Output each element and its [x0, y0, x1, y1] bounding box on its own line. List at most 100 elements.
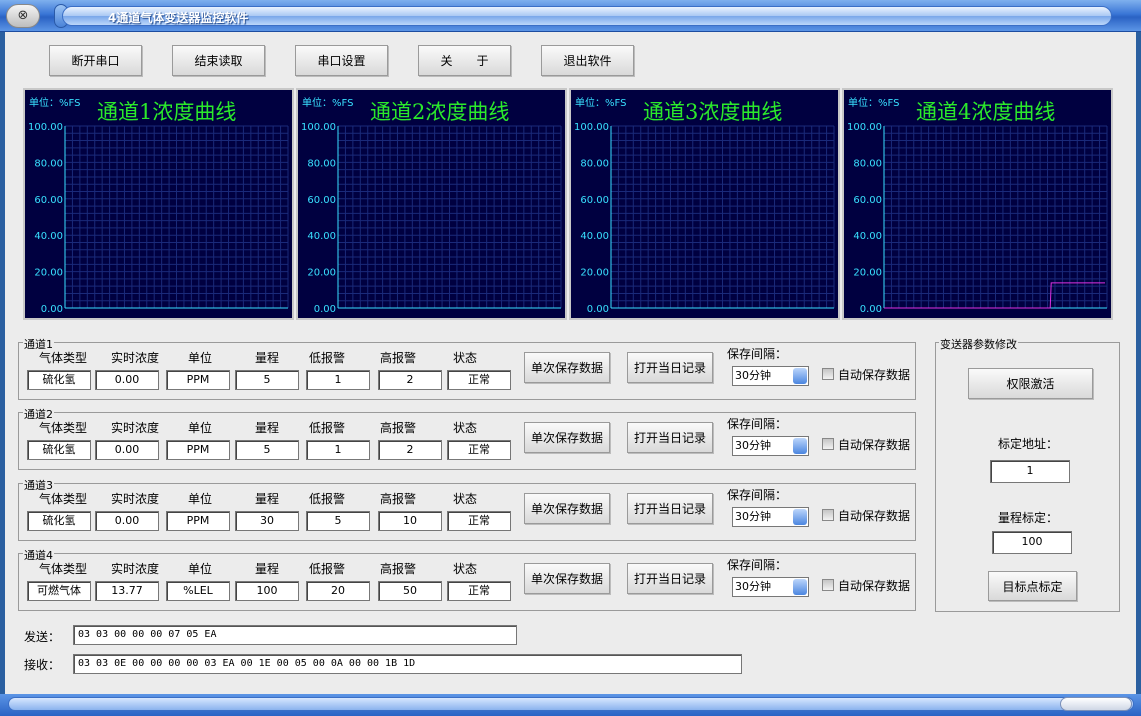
unit-field[interactable]: %LEL: [166, 581, 230, 601]
header-low-alarm: 低报警: [308, 421, 345, 435]
y-tick-label: 0.00: [41, 304, 63, 315]
y-tick-label: 100.00: [301, 122, 336, 133]
title-bar: ⊗ 4通道气体变送器监控软件: [0, 0, 1141, 32]
save-interval-label: 保存间隔：: [727, 417, 788, 431]
y-tick-label: 100.00: [847, 122, 882, 133]
status-field[interactable]: 正常: [447, 370, 511, 390]
high-alarm-field[interactable]: 10: [378, 511, 442, 531]
header-unit: 单位: [187, 492, 212, 506]
save-interval-select[interactable]: 30分钟: [732, 507, 809, 527]
app-icon[interactable]: ⊗: [6, 4, 40, 28]
channel-4-group: 通道4 气体类型 实时浓度 单位 量程 低报警 高报警 状态 可燃气体 13.77 %LEL 100 2…: [18, 547, 916, 611]
open-today-record-button[interactable]: 打开当日记录: [627, 422, 713, 453]
param-panel: 变送器参数修改 权限激活 标定地址： 1 量程标定： 100 目标点标定: [935, 336, 1120, 612]
disconnect-button[interactable]: 断开串口: [49, 45, 142, 76]
open-today-record-button[interactable]: 打开当日记录: [627, 563, 713, 594]
channel-2-group: 通道2 气体类型 实时浓度 单位 量程 低报警 高报警 状态 硫化氢 0.00 PPM 5 1 2 正常 单次…: [18, 406, 916, 470]
concentration-field[interactable]: 13.77: [95, 581, 159, 601]
save-once-button[interactable]: 单次保存数据: [524, 352, 610, 383]
concentration-field[interactable]: 0.00: [95, 370, 159, 390]
gas-type-field[interactable]: 硫化氢: [27, 440, 91, 460]
auto-save-checkbox[interactable]: [822, 509, 834, 521]
gas-type-field[interactable]: 硫化氢: [27, 370, 91, 390]
unit-field[interactable]: PPM: [166, 511, 230, 531]
chart-unit-label: 单位：%FS: [302, 98, 354, 109]
y-tick-label: 60.00: [853, 195, 882, 206]
range-field[interactable]: 5: [235, 440, 299, 460]
save-interval-label: 保存间隔：: [727, 558, 788, 572]
high-alarm-field[interactable]: 50: [378, 581, 442, 601]
save-once-button[interactable]: 单次保存数据: [524, 422, 610, 453]
channel-1-group: 通道1 气体类型 实时浓度 单位 量程 低报警 高报警 状态 硫化氢 0.00 PPM 5 1 2 正常 单次…: [18, 336, 916, 400]
status-field[interactable]: 正常: [447, 581, 511, 601]
concentration-field[interactable]: 0.00: [95, 440, 159, 460]
y-tick-label: 40.00: [853, 231, 882, 242]
range-field[interactable]: 30: [235, 511, 299, 531]
header-status: 状态: [452, 562, 477, 576]
y-tick-label: 100.00: [574, 122, 609, 133]
header-realtime: 实时浓度: [110, 351, 159, 365]
dropdown-arrow-icon[interactable]: [793, 509, 807, 525]
receive-field[interactable]: 03 03 0E 00 00 00 00 03 EA 00 1E 00 05 0…: [73, 654, 742, 674]
dropdown-arrow-icon[interactable]: [793, 579, 807, 595]
header-unit: 单位: [187, 351, 212, 365]
about-button[interactable]: 关 于: [418, 45, 511, 76]
save-interval-select[interactable]: 30分钟: [732, 366, 809, 386]
y-tick-label: 60.00: [307, 195, 336, 206]
open-today-record-button[interactable]: 打开当日记录: [627, 493, 713, 524]
header-low-alarm: 低报警: [308, 492, 345, 506]
unit-field[interactable]: PPM: [166, 370, 230, 390]
activate-permission-button[interactable]: 权限激活: [968, 368, 1093, 399]
header-low-alarm: 低报警: [308, 562, 345, 576]
y-tick-label: 20.00: [580, 268, 609, 279]
low-alarm-field[interactable]: 20: [306, 581, 370, 601]
range-field[interactable]: 100: [235, 581, 299, 601]
gas-type-field[interactable]: 硫化氢: [27, 511, 91, 531]
range-calib-input[interactable]: 100: [992, 531, 1072, 554]
range-field[interactable]: 5: [235, 370, 299, 390]
high-alarm-field[interactable]: 2: [378, 440, 442, 460]
low-alarm-field[interactable]: 1: [306, 370, 370, 390]
save-interval-label: 保存间隔：: [727, 488, 788, 502]
auto-save-label: 自动保存数据: [838, 509, 911, 523]
header-realtime: 实时浓度: [110, 421, 159, 435]
unit-field[interactable]: PPM: [166, 440, 230, 460]
header-realtime: 实时浓度: [110, 492, 159, 506]
bottom-bar: [0, 694, 1141, 716]
save-once-button[interactable]: 单次保存数据: [524, 563, 610, 594]
save-interval-label: 保存间隔：: [727, 347, 788, 361]
header-range: 量程: [254, 421, 279, 435]
channel-3-group: 通道3 气体类型 实时浓度 单位 量程 低报警 高报警 状态 硫化氢 0.00 PPM 30 5 10 正常…: [18, 477, 916, 541]
dropdown-arrow-icon[interactable]: [793, 368, 807, 384]
gas-type-field[interactable]: 可燃气体: [27, 581, 91, 601]
y-tick-label: 60.00: [34, 195, 63, 206]
stop-read-button[interactable]: 结束读取: [172, 45, 265, 76]
auto-save-checkbox[interactable]: [822, 368, 834, 380]
chart-title: 通道4浓度曲线: [916, 100, 1056, 124]
target-calibrate-button[interactable]: 目标点标定: [988, 571, 1077, 601]
auto-save-checkbox[interactable]: [822, 438, 834, 450]
save-interval-select[interactable]: 30分钟: [732, 577, 809, 597]
status-field[interactable]: 正常: [447, 511, 511, 531]
high-alarm-field[interactable]: 2: [378, 370, 442, 390]
chart-channel-2: 100.00 80.00 60.00 40.00 20.00 0.00 单位：%FS 通道…: [296, 88, 567, 320]
chart-unit-label: 单位：%FS: [848, 98, 900, 109]
save-interval-select[interactable]: 30分钟: [732, 436, 809, 456]
bottom-scroll-track: [8, 697, 1134, 711]
address-input[interactable]: 1: [990, 460, 1070, 483]
low-alarm-field[interactable]: 5: [306, 511, 370, 531]
save-once-button[interactable]: 单次保存数据: [524, 493, 610, 524]
dropdown-arrow-icon[interactable]: [793, 438, 807, 454]
y-tick-label: 40.00: [307, 231, 336, 242]
auto-save-checkbox[interactable]: [822, 579, 834, 591]
header-unit: 单位: [187, 562, 212, 576]
bottom-scroll-thumb[interactable]: [1060, 697, 1132, 711]
exit-button[interactable]: 退出软件: [541, 45, 634, 76]
send-field[interactable]: 03 03 00 00 00 07 05 EA: [73, 625, 517, 645]
status-field[interactable]: 正常: [447, 440, 511, 460]
low-alarm-field[interactable]: 1: [306, 440, 370, 460]
port-settings-button[interactable]: 串口设置: [295, 45, 388, 76]
open-today-record-button[interactable]: 打开当日记录: [627, 352, 713, 383]
concentration-field[interactable]: 0.00: [95, 511, 159, 531]
header-gas-type: 气体类型: [38, 421, 87, 435]
